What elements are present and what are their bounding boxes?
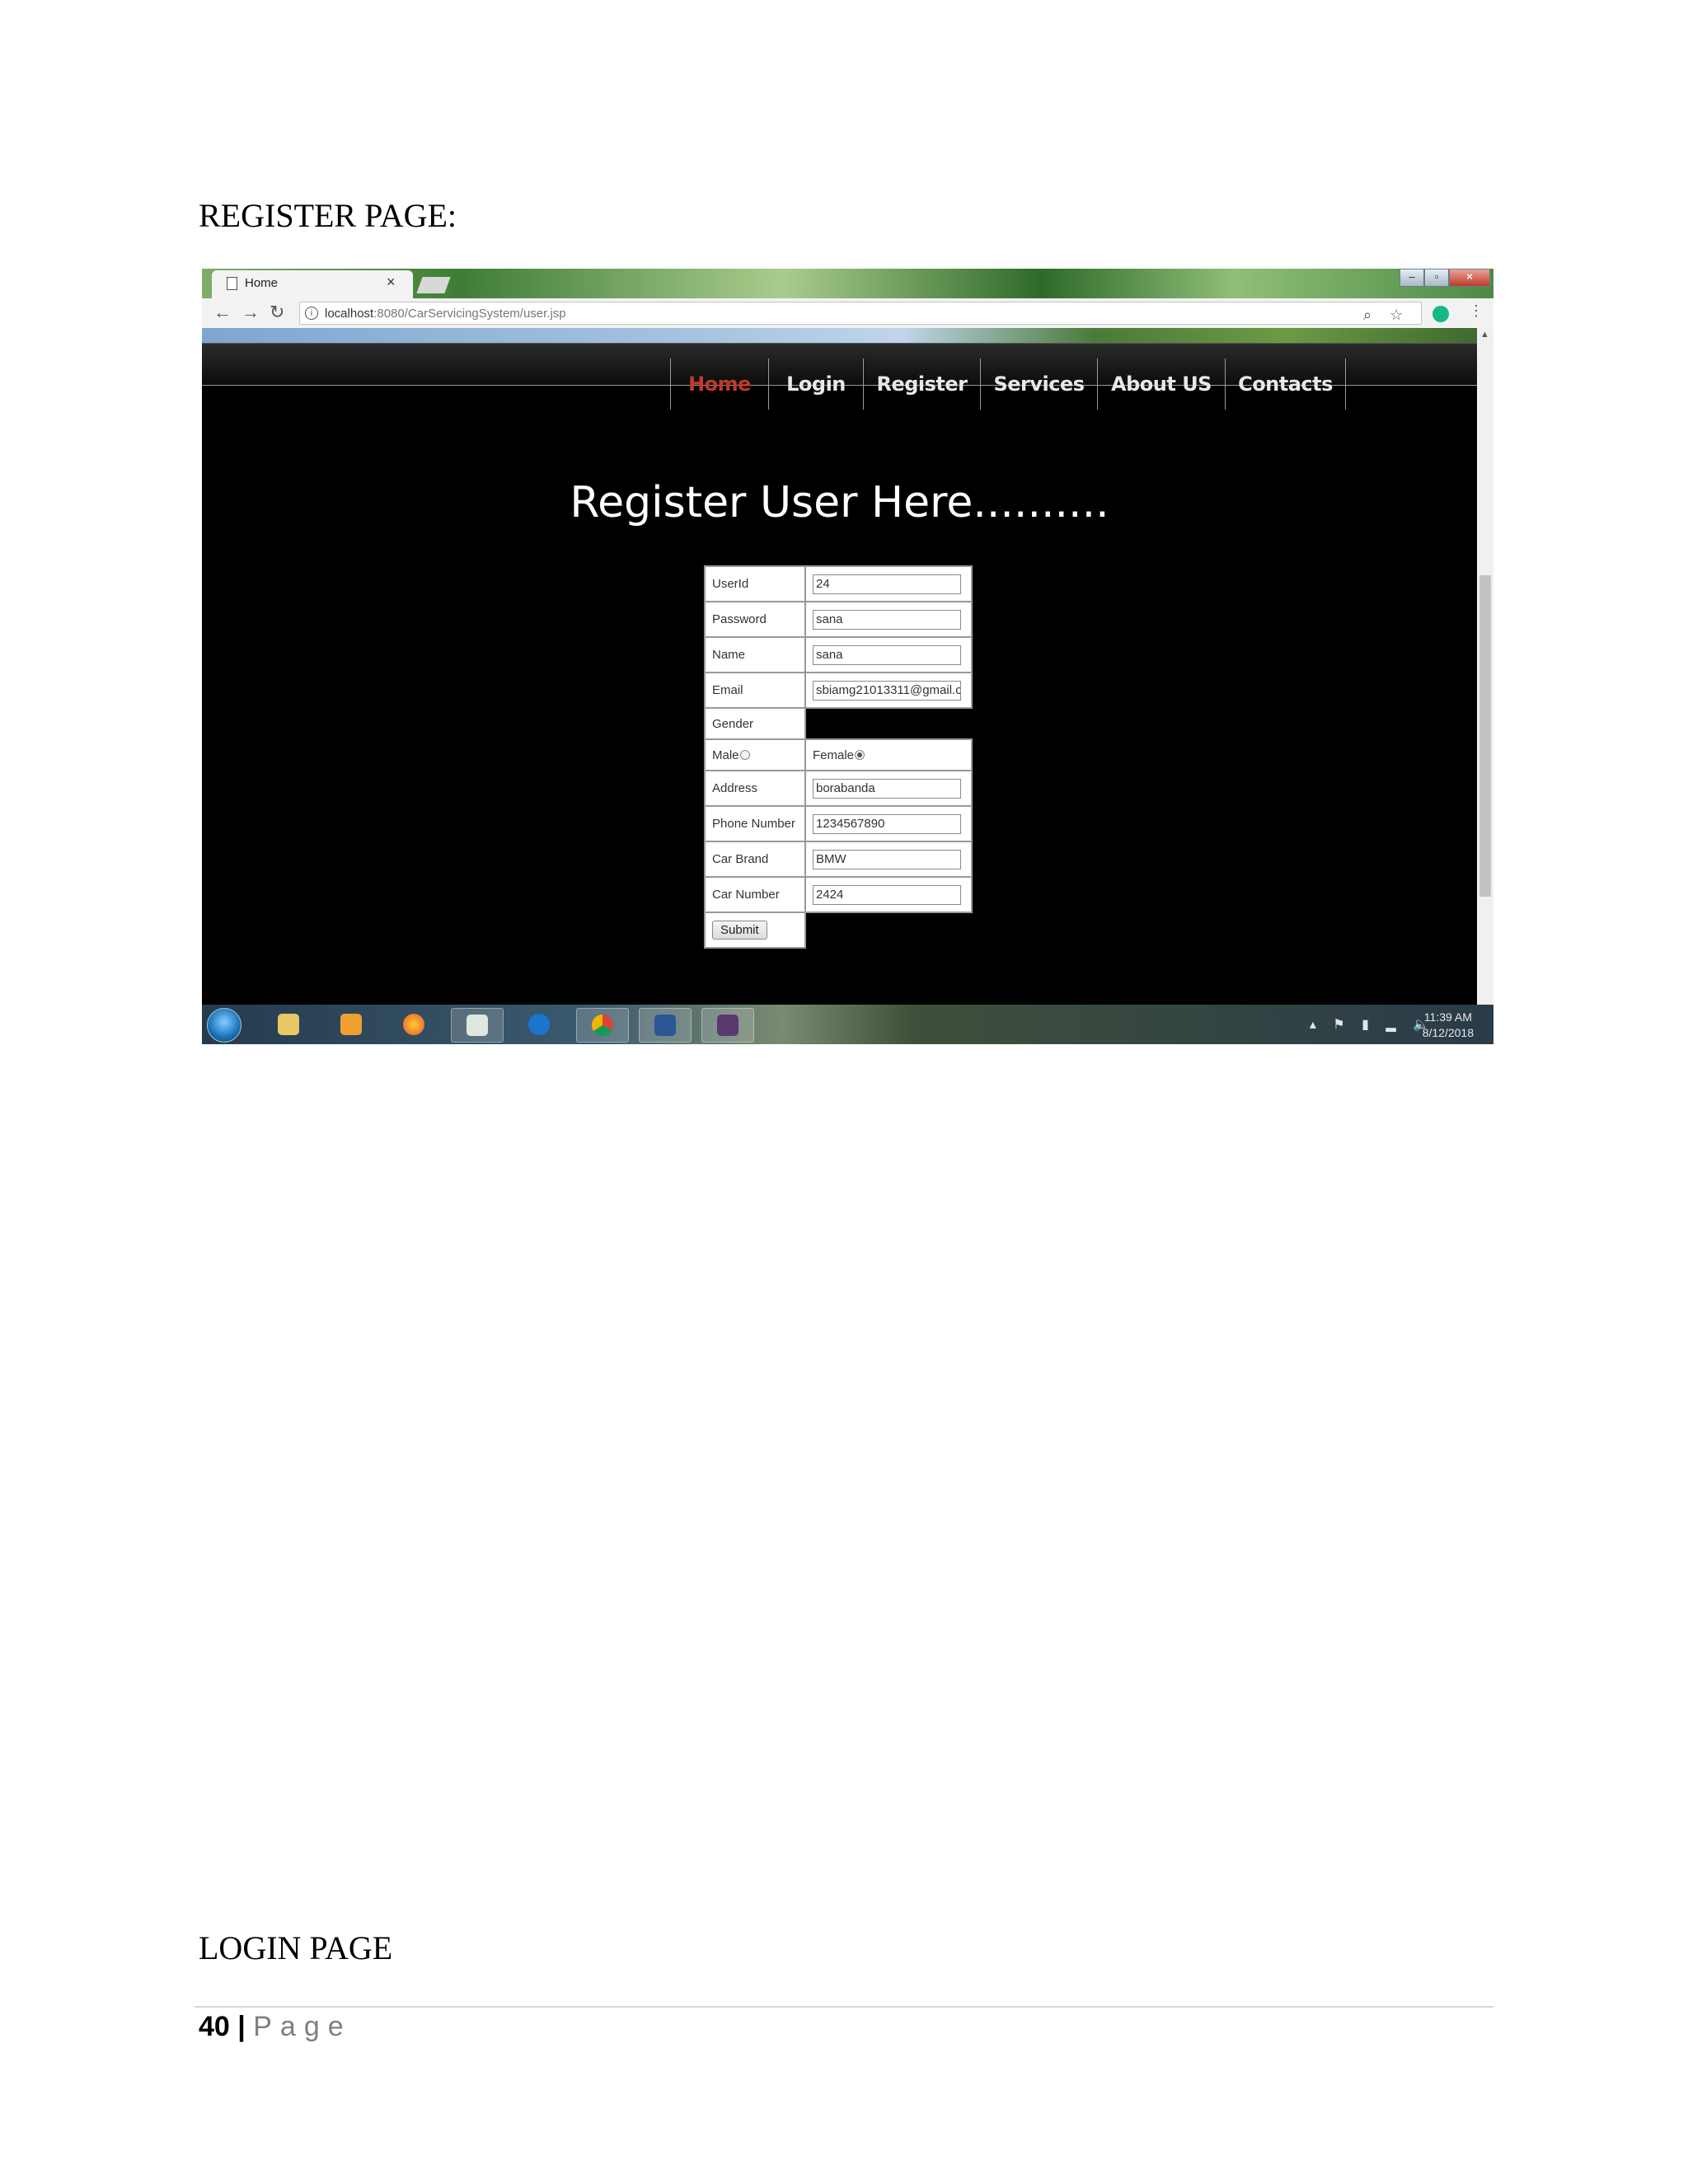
nav-register[interactable]: Register bbox=[863, 359, 980, 410]
windows-taskbar: ▴ ⚑ ▮ ▂ 🔈 11:39 AM 8/12/2018 bbox=[202, 1005, 1493, 1044]
browser-titlebar: Home × – ▫ × bbox=[202, 269, 1493, 298]
name-field[interactable]: sana bbox=[813, 644, 961, 665]
document-heading-register: REGISTER PAGE: bbox=[199, 197, 457, 234]
browser-screenshot: Home × – ▫ × ← → ↻ i localhost:8080/CarS… bbox=[202, 269, 1493, 1044]
bookmark-star-icon[interactable]: ☆ bbox=[1390, 307, 1403, 324]
nav-home[interactable]: Home bbox=[670, 359, 768, 410]
clock-time: 11:39 AM bbox=[1423, 1010, 1472, 1024]
back-icon[interactable]: ← bbox=[213, 302, 232, 323]
page-footer: 40 | Page bbox=[199, 2011, 352, 2043]
scroll-thumb[interactable] bbox=[1479, 575, 1491, 897]
address-bar[interactable]: i localhost:8080/CarServicingSystem/user… bbox=[299, 302, 1422, 325]
car-brand-field[interactable]: BMW bbox=[813, 849, 961, 869]
nav-contacts[interactable]: Contacts bbox=[1225, 359, 1346, 410]
nav-about-us[interactable]: About US bbox=[1097, 359, 1225, 410]
car-brand-label: Car Brand bbox=[704, 841, 806, 878]
email-field[interactable]: sbiamg21013311@gmail.c bbox=[813, 680, 961, 701]
footer-divider bbox=[195, 2006, 1493, 2008]
tab-close-icon[interactable]: × bbox=[387, 274, 396, 291]
footer-separator: | bbox=[237, 2011, 246, 2042]
system-clock[interactable]: 11:39 AM 8/12/2018 bbox=[1423, 1010, 1474, 1041]
system-tray[interactable]: ▴ ⚑ ▮ ▂ 🔈 bbox=[1310, 1016, 1436, 1033]
address-label: Address bbox=[704, 770, 806, 807]
female-label: Female bbox=[813, 748, 855, 762]
maximize-button[interactable]: ▫ bbox=[1424, 269, 1449, 287]
window-app-icon[interactable] bbox=[451, 1008, 504, 1043]
reload-icon[interactable]: ↻ bbox=[270, 302, 284, 323]
password-field[interactable]: sana bbox=[813, 609, 961, 630]
phone-label: Phone Number bbox=[704, 805, 806, 842]
forward-icon[interactable]: → bbox=[241, 302, 260, 323]
nav-login[interactable]: Login bbox=[768, 359, 863, 410]
tab-title: Home bbox=[245, 276, 279, 290]
browser-toolbar: ← → ↻ i localhost:8080/CarServicingSyste… bbox=[202, 298, 1493, 329]
minimize-button[interactable]: – bbox=[1400, 269, 1424, 287]
close-window-button[interactable]: × bbox=[1449, 269, 1490, 287]
zoom-icon[interactable]: ⌕ bbox=[1363, 307, 1372, 324]
male-label: Male bbox=[712, 748, 739, 762]
nav-services[interactable]: Services bbox=[980, 359, 1097, 410]
address-field[interactable]: borabanda bbox=[813, 778, 961, 799]
extension-icon[interactable] bbox=[1432, 306, 1449, 322]
teamviewer-icon[interactable] bbox=[513, 1008, 565, 1041]
userid-field[interactable]: 24 bbox=[813, 574, 961, 594]
phone-field[interactable]: 1234567890 bbox=[813, 813, 961, 834]
menu-icon[interactable]: ⋮ bbox=[1469, 302, 1484, 320]
site-banner bbox=[202, 328, 1477, 343]
page-word: Page bbox=[253, 2011, 352, 2042]
info-icon[interactable]: i bbox=[305, 307, 318, 320]
media-player-icon[interactable] bbox=[326, 1008, 377, 1041]
page-title: Register User Here.......... bbox=[570, 478, 1109, 527]
chrome-icon[interactable] bbox=[576, 1008, 629, 1043]
document-heading-login: LOGIN PAGE bbox=[199, 1929, 393, 1966]
game-icon[interactable] bbox=[701, 1008, 754, 1043]
new-tab-button[interactable] bbox=[416, 277, 451, 293]
word-icon[interactable] bbox=[639, 1008, 692, 1043]
page-icon bbox=[227, 277, 237, 290]
gender-male-option[interactable]: Male bbox=[704, 738, 806, 771]
gender-label: Gender bbox=[704, 707, 806, 740]
car-number-field[interactable]: 2424 bbox=[813, 884, 961, 905]
car-number-label: Car Number bbox=[704, 876, 806, 913]
page-scrollbar[interactable]: ▲ ▼ bbox=[1477, 328, 1493, 1015]
start-button[interactable] bbox=[207, 1008, 241, 1043]
name-label: Name bbox=[704, 636, 806, 673]
female-radio[interactable] bbox=[855, 749, 865, 760]
userid-label: UserId bbox=[704, 565, 806, 602]
submit-button[interactable]: Submit bbox=[712, 921, 767, 940]
window-controls: – ▫ × bbox=[1400, 269, 1490, 287]
file-explorer-icon[interactable] bbox=[263, 1008, 314, 1041]
gender-female-option[interactable]: Female bbox=[804, 738, 973, 771]
male-radio[interactable] bbox=[739, 749, 750, 760]
page-number: 40 bbox=[199, 2011, 230, 2042]
scroll-up-icon[interactable]: ▲ bbox=[1480, 330, 1489, 340]
register-form: UserId 24 Password sana Name sana Email … bbox=[704, 565, 973, 949]
site-navbar: Home Login Register Services About US Co… bbox=[202, 343, 1477, 410]
clock-date: 8/12/2018 bbox=[1422, 1026, 1474, 1039]
url-text: localhost:8080/CarServicingSystem/user.j… bbox=[325, 307, 566, 321]
firefox-icon[interactable] bbox=[388, 1008, 439, 1041]
browser-tab[interactable]: Home × bbox=[212, 270, 413, 298]
password-label: Password bbox=[704, 601, 806, 638]
email-label: Email bbox=[704, 672, 806, 709]
